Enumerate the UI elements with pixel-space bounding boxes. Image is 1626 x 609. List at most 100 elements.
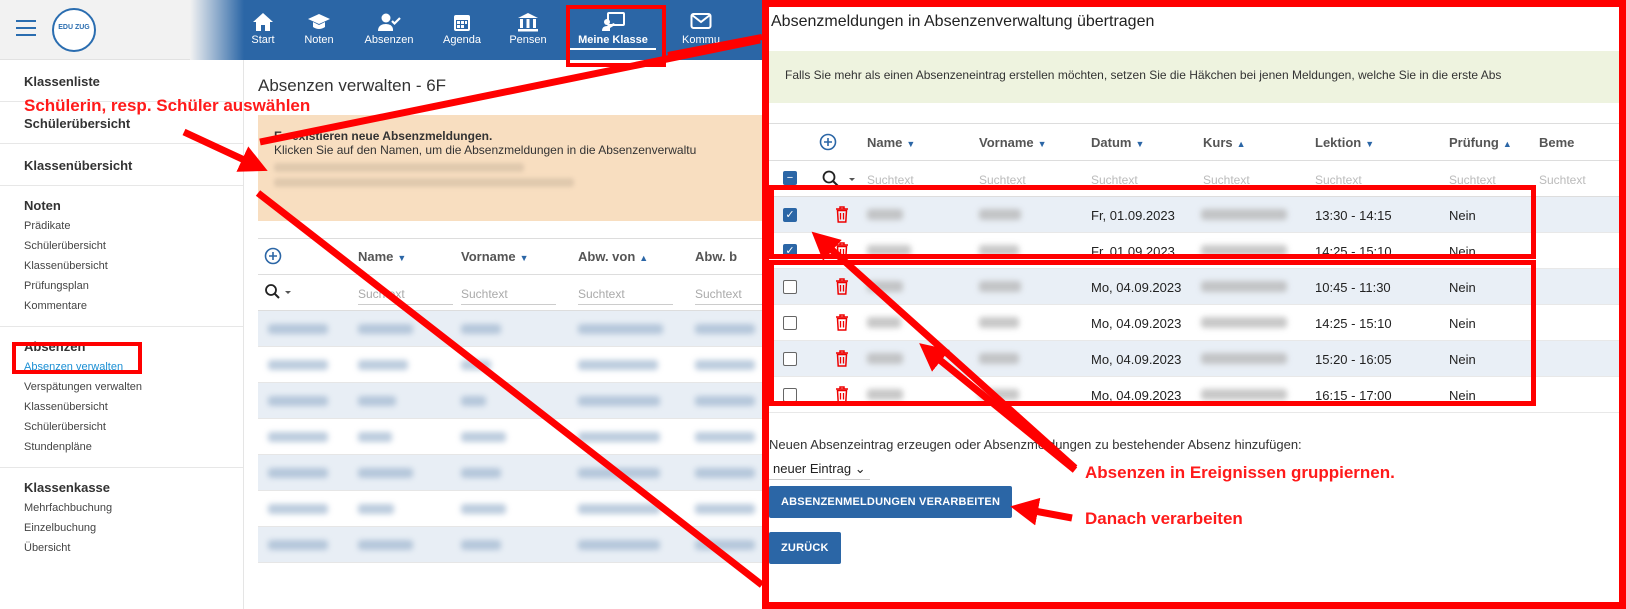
sidebar-item[interactable]: Kommentare [24, 296, 243, 316]
select-value: neuer Eintrag [773, 461, 852, 476]
table-row[interactable] [258, 311, 778, 347]
add-icon[interactable] [819, 133, 837, 154]
table-row[interactable] [258, 419, 778, 455]
top-navigation: Start Noten Absenzen Agenda Pensen Meine… [190, 0, 764, 60]
highlight-absenzen-verwalten [12, 342, 142, 374]
filter-input[interactable]: Suchtext [578, 287, 673, 305]
column-label: Beme [1539, 135, 1575, 150]
absence-notice: Es existieren neue Absenzmeldungen. Klic… [258, 115, 778, 221]
dialog-info: Falls Sie mehr als einen Absenzeneintrag… [769, 51, 1619, 103]
sidebar: EDU ZUG Klassenliste Schülerübersicht Kl… [0, 0, 244, 609]
sidebar-item[interactable]: Verspätungen verwalten [24, 377, 243, 397]
back-button[interactable]: ZURÜCK [769, 532, 841, 564]
sidebar-item[interactable]: Schülerübersicht [24, 236, 243, 256]
nav-label: Pensen [509, 34, 547, 46]
column-header-abw-bis[interactable]: Abw. b [695, 249, 737, 264]
sort-down-icon: ▼ [1365, 139, 1375, 149]
column-header-bemerkung[interactable]: Beme [1539, 135, 1574, 150]
sidebar-title: Noten [24, 198, 61, 213]
sidebar-item[interactable]: Prädikate [24, 216, 243, 236]
sidebar-item[interactable]: Prüfungsplan [24, 276, 243, 296]
table-row[interactable] [258, 455, 778, 491]
select-all-checkbox[interactable]: − [783, 171, 797, 185]
sidebar-item[interactable]: Übersicht [24, 538, 243, 558]
sort-down-icon: ▼ [1135, 139, 1145, 149]
nav-label: Kommu [682, 34, 720, 46]
nav-agenda[interactable]: Agenda [440, 0, 484, 60]
menu-icon[interactable] [16, 20, 36, 36]
graduation-cap-icon [300, 0, 338, 34]
sort-down-icon: ▼ [519, 253, 529, 263]
annotation-group: Absenzen in Ereignissen gruppiernen. [1085, 463, 1395, 482]
table-row[interactable] [258, 383, 778, 419]
add-icon[interactable] [264, 247, 282, 268]
column-header-lektion[interactable]: Lektion ▼ [1315, 135, 1374, 150]
sort-down-icon: ▼ [397, 253, 407, 263]
group-highlight-1 [769, 185, 1536, 259]
column-label: Prüfung [1449, 135, 1499, 150]
blurred-link[interactable] [274, 178, 574, 187]
sidebar-item[interactable]: Stundenpläne [24, 437, 243, 457]
column-header-abw-von[interactable]: Abw. von ▲ [578, 249, 648, 264]
column-header-name[interactable]: Name ▼ [358, 249, 406, 264]
column-label: Lektion [1315, 135, 1362, 150]
highlight-meine-klasse [566, 5, 666, 67]
column-header-kurs[interactable]: Kurs ▲ [1203, 135, 1246, 150]
calendar-icon [440, 0, 484, 34]
sidebar-title: Klassenkasse [24, 480, 111, 495]
edu-zug-logo[interactable]: EDU ZUG [52, 8, 96, 52]
entry-select[interactable]: neuer Eintrag ⌄ [769, 459, 870, 480]
table-header: Name ▼ Vorname ▼ Abw. von ▲ Abw. b [258, 239, 778, 275]
column-label: Name [358, 249, 394, 264]
notice-text: Klicken Sie auf den Namen, um die Absenz… [274, 143, 697, 157]
column-header-vorname[interactable]: Vorname ▼ [979, 135, 1047, 150]
search-icon[interactable] [264, 283, 292, 307]
table-body [258, 311, 778, 563]
column-label: Kurs [1203, 135, 1233, 150]
blurred-link[interactable] [274, 163, 524, 172]
sidebar-section-klassenuebersicht[interactable]: Klassenübersicht [0, 144, 243, 186]
filter-row: Suchtext Suchtext Suchtext Suchtext [258, 275, 790, 311]
table-row[interactable] [258, 347, 778, 383]
sidebar-item[interactable]: Klassenübersicht [24, 397, 243, 417]
nav-absenzen[interactable]: Absenzen [362, 0, 416, 60]
nav-pensen[interactable]: Pensen [508, 0, 548, 60]
sidebar-section-noten: Noten Prädikate Schülerübersicht Klassen… [0, 186, 243, 327]
sort-up-icon: ▲ [639, 253, 649, 263]
sidebar-item[interactable]: Schülerübersicht [24, 417, 243, 437]
absence-table: Name ▼ Vorname ▼ Abw. von ▲ Abw. b Suchtext… [258, 238, 790, 568]
nav-label: Agenda [443, 34, 481, 46]
nav-start[interactable]: Start [246, 0, 280, 60]
column-header-vorname[interactable]: Vorname ▼ [461, 249, 529, 264]
sidebar-item[interactable]: Mehrfachbuchung [24, 498, 243, 518]
column-header-datum[interactable]: Datum ▼ [1091, 135, 1144, 150]
table-header: Name ▼ Vorname ▼ Datum ▼ Kurs ▲ Lektion ▼ Prü… [769, 123, 1619, 161]
filter-input[interactable]: Suchtext [358, 287, 453, 305]
table-row[interactable] [258, 527, 778, 563]
column-label: Datum [1091, 135, 1132, 150]
user-check-icon [362, 0, 416, 34]
column-header-name[interactable]: Name ▼ [867, 135, 915, 150]
sidebar-item[interactable]: Einzelbuchung [24, 518, 243, 538]
sidebar-item[interactable]: Klassenübersicht [24, 256, 243, 276]
filter-input[interactable]: Suchtext [1539, 173, 1586, 187]
sidebar-title[interactable]: Klassenübersicht [24, 158, 243, 173]
dialog-title: Absenzmeldungen in Absenzenverwaltung üb… [771, 13, 1155, 30]
sidebar-title[interactable]: Klassenliste [24, 74, 243, 89]
column-label: Vorname [461, 249, 516, 264]
nav-label: Absenzen [364, 34, 414, 46]
column-label: Abw. von [578, 249, 636, 264]
nav-kommunikation[interactable]: Kommu [676, 0, 726, 60]
mail-icon [676, 0, 726, 34]
table-row[interactable] [258, 491, 778, 527]
filter-input[interactable]: Suchtext [461, 287, 556, 305]
process-button[interactable]: ABSENZENMELDUNGEN VERARBEITEN [769, 486, 1013, 518]
sidebar-title[interactable]: Schülerübersicht [24, 116, 243, 131]
sort-down-icon: ▼ [1037, 139, 1047, 149]
screenshot-root: EDU ZUG Klassenliste Schülerübersicht Kl… [0, 0, 1626, 609]
nav-label: Start [251, 34, 275, 46]
column-header-pruefung[interactable]: Prüfung ▲ [1449, 135, 1512, 150]
column-label: Vorname [979, 135, 1034, 150]
nav-noten[interactable]: Noten [300, 0, 338, 60]
home-icon [246, 0, 280, 34]
